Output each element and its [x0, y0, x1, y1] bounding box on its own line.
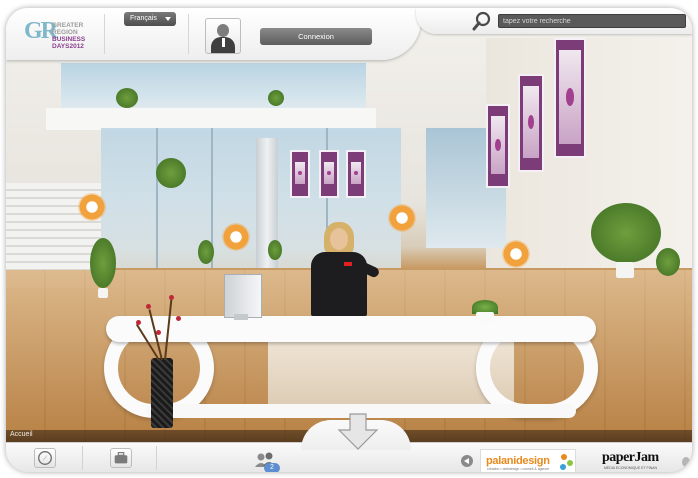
hanging-banner [319, 150, 339, 198]
compass-icon [38, 451, 52, 465]
scene-upper-glass [61, 63, 366, 113]
user-avatar-icon[interactable] [205, 18, 241, 54]
online-users-count: 2 [264, 463, 280, 472]
lobby-scene[interactable] [6, 8, 692, 442]
hostess-badge [344, 262, 352, 266]
logo-line: DAYS2012 [52, 43, 84, 50]
scene-wall [486, 38, 692, 268]
divider [188, 14, 189, 54]
scene-mullion [156, 128, 158, 268]
flower [146, 304, 151, 309]
chevron-left-icon[interactable] [461, 455, 473, 467]
scene-balcony [46, 108, 376, 130]
event-logo[interactable]: GR GREATER REGION BUSINESS DAYS2012 [24, 16, 94, 52]
breadcrumb[interactable]: Accueil [10, 431, 33, 438]
sponsor-mark-icon [682, 457, 690, 467]
flower-vase [151, 358, 173, 428]
hotspot-icon[interactable] [502, 240, 530, 268]
potted-plant [198, 240, 214, 264]
logo-line: GREATER [52, 22, 84, 29]
plant-pot [616, 262, 634, 278]
logo-dot [560, 464, 566, 470]
hanging-banner [290, 150, 310, 198]
sponsor-tagline: MEDIA ECONOMIQUE ET FINAN [604, 466, 658, 470]
desk-plant-pot [476, 312, 494, 324]
plant-pot [98, 288, 108, 298]
divider [82, 446, 83, 470]
desk-monitor[interactable] [224, 274, 262, 318]
briefcase-button[interactable] [110, 448, 132, 468]
flower [169, 295, 174, 300]
chevron-down-icon [165, 17, 171, 21]
hostess-head [330, 228, 348, 250]
potted-plant [268, 90, 284, 106]
scene-glass-wall [101, 128, 401, 268]
top-bar: GR GREATER REGION BUSINESS DAYS2012 Fran… [6, 8, 692, 66]
hotspot-icon[interactable] [222, 223, 250, 251]
sponsor-paperjam[interactable]: paperJam MEDIA ECONOMIQUE ET FINAN [602, 450, 676, 472]
login-button[interactable]: Connexion [260, 28, 372, 45]
hotspot-icon[interactable] [388, 204, 416, 232]
potted-plant [156, 158, 186, 188]
search-icon[interactable] [471, 10, 493, 32]
potted-plant [90, 238, 116, 288]
hanging-banner [518, 74, 544, 172]
flower [136, 320, 141, 325]
sponsor-name: paperJam [602, 450, 659, 465]
flower [176, 316, 181, 321]
logo-line: REGION [52, 29, 78, 36]
virtual-lobby-window: GR GREATER REGION BUSINESS DAYS2012 Fran… [6, 8, 692, 472]
potted-plant [268, 240, 282, 260]
flower [156, 330, 161, 335]
language-selected: Français [130, 15, 157, 22]
sponsor-tagline: création • webdesign • conseil & agence [487, 467, 550, 471]
down-arrow-icon[interactable] [333, 412, 383, 452]
compass-button[interactable] [34, 448, 56, 468]
logo-dot [567, 460, 573, 466]
search-input[interactable] [498, 14, 686, 28]
hanging-banner [346, 150, 366, 198]
sponsor-palanidesign[interactable]: palanidesign création • webdesign • cons… [480, 449, 576, 472]
palm-plant [591, 203, 661, 263]
sponsor-name: palanidesign [486, 455, 550, 467]
logo-dot [561, 454, 567, 460]
briefcase-icon [114, 452, 128, 464]
hanging-banner [486, 104, 510, 188]
divider [104, 14, 105, 54]
potted-plant [116, 88, 138, 108]
hotspot-icon[interactable] [78, 193, 106, 221]
language-select[interactable]: Français [124, 12, 176, 26]
monitor-stand [234, 314, 248, 320]
divider [156, 446, 157, 470]
potted-plant [656, 248, 680, 276]
logo-line: BUSINESS [52, 36, 86, 43]
